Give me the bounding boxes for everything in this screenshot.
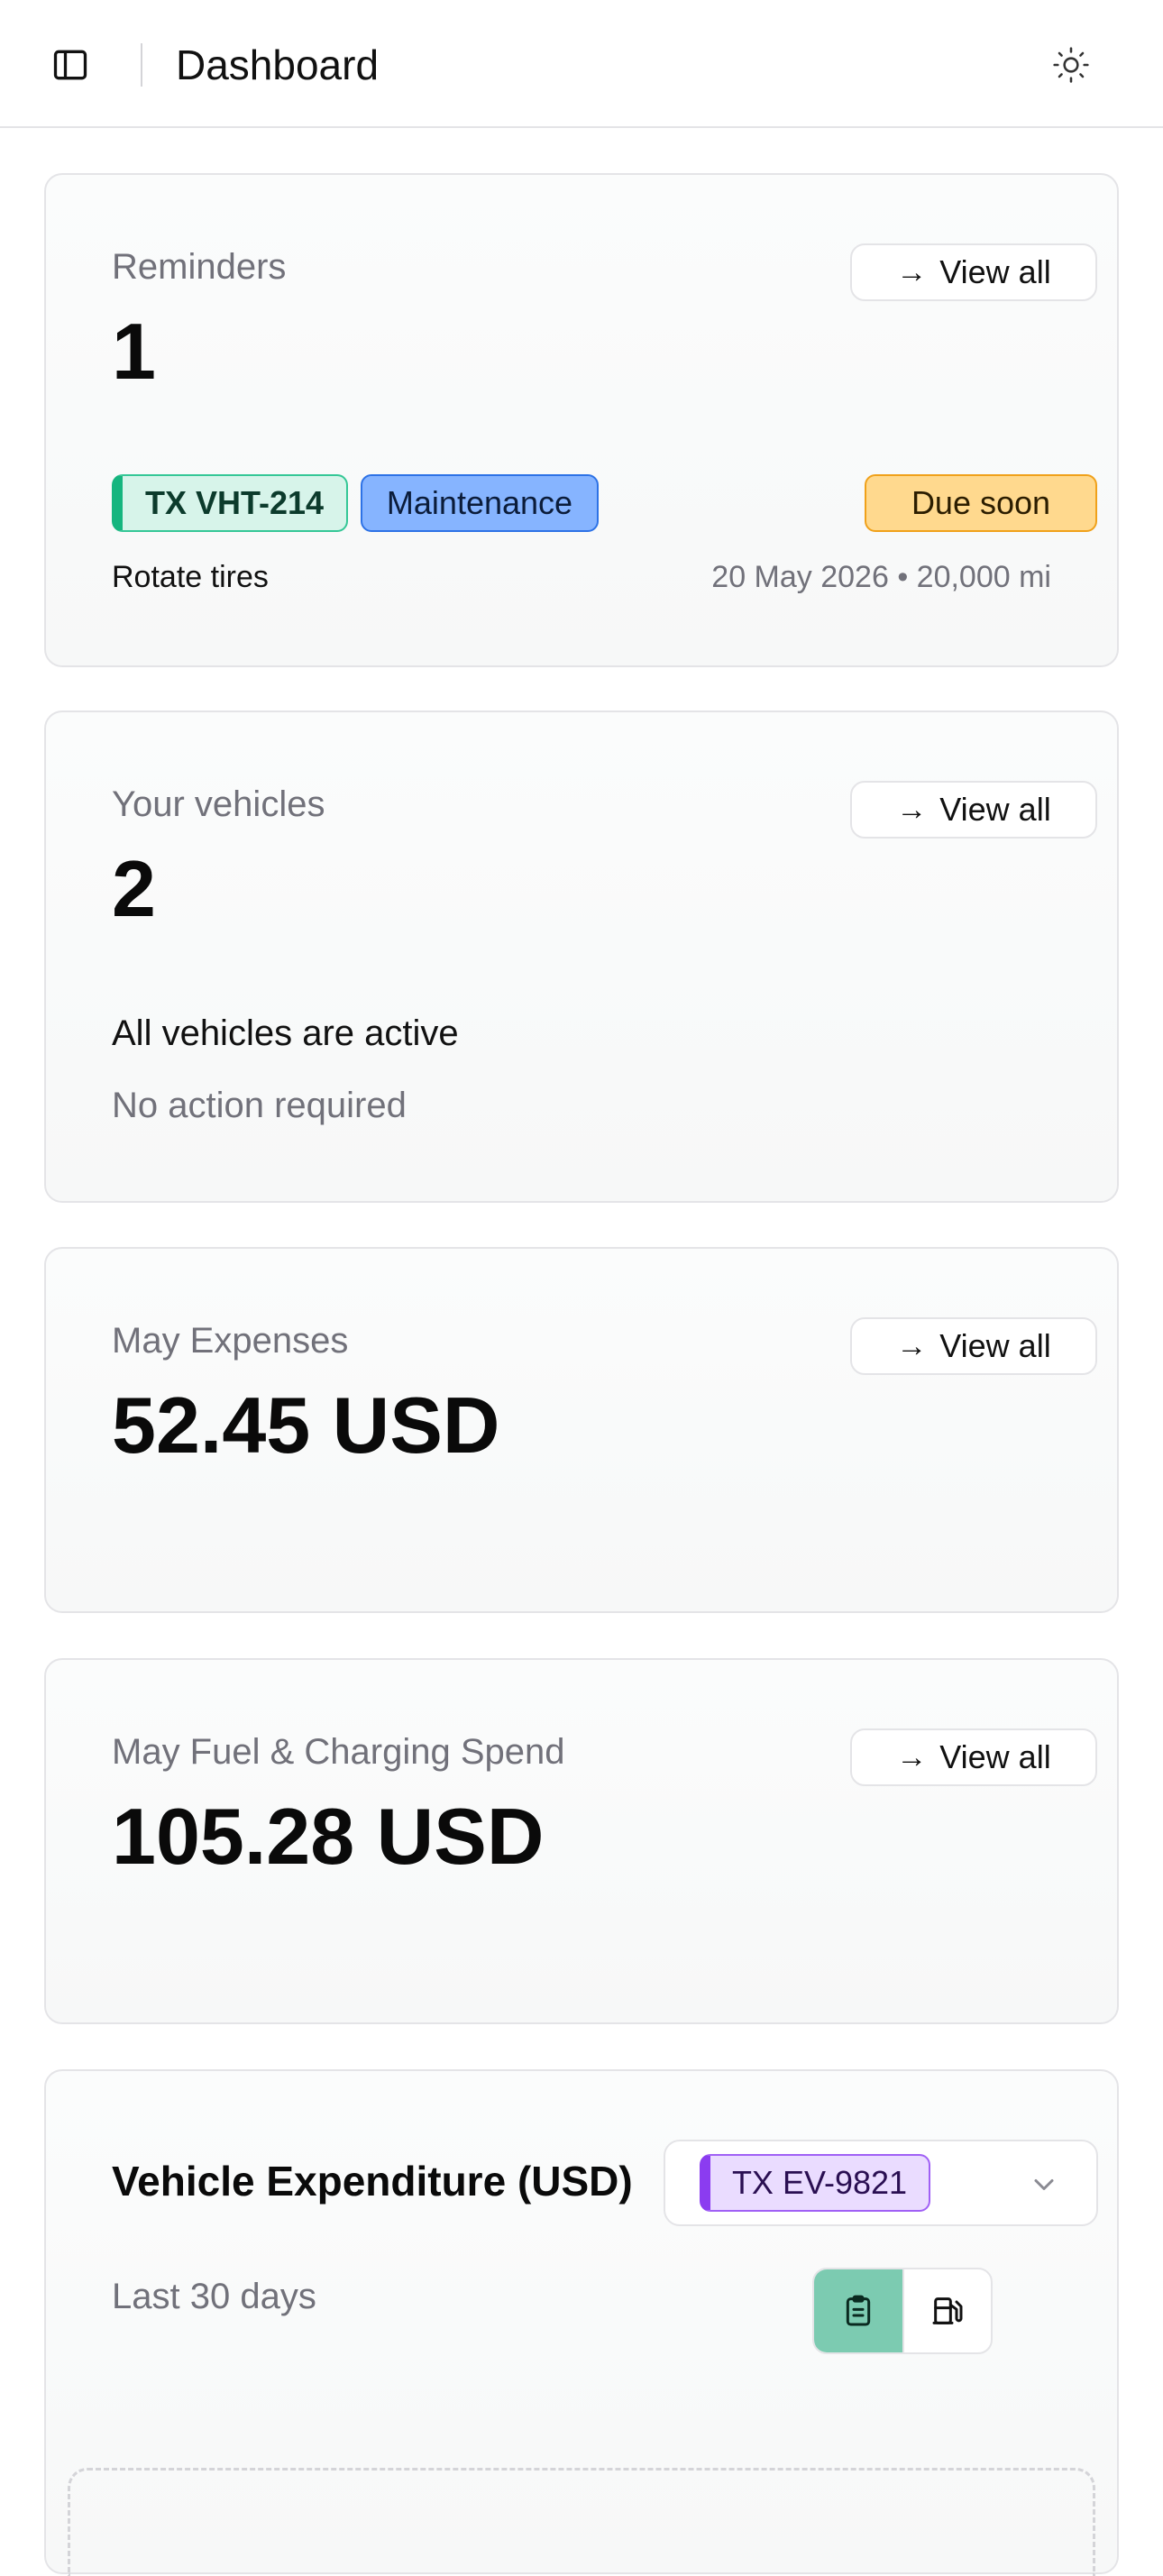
fuel-charging-card: May Fuel & Charging Spend → View all 105…	[44, 1658, 1119, 2024]
vehicles-label: Your vehicles	[112, 784, 325, 824]
arrow-right-icon: →	[896, 1328, 928, 1363]
chart-area	[68, 2468, 1095, 2576]
page-title: Dashboard	[176, 41, 380, 88]
vehicles-status: All vehicles are active	[112, 1013, 459, 1053]
sun-icon	[1053, 47, 1089, 83]
clipboard-icon	[846, 2295, 871, 2326]
header-divider	[141, 43, 142, 87]
fuel-pump-icon	[932, 2297, 963, 2324]
fuel-label: May Fuel & Charging Spend	[112, 1732, 565, 1772]
vehicle-select[interactable]: TX EV-9821	[664, 2140, 1098, 2226]
view-all-label: View all	[939, 1327, 1051, 1364]
expenses-label: May Expenses	[112, 1321, 349, 1361]
reminders-label: Reminders	[112, 247, 287, 287]
app-header: Dashboard	[0, 0, 1163, 128]
arrow-right-icon: →	[896, 254, 928, 289]
theme-toggle-button[interactable]	[1046, 40, 1096, 90]
vehicles-view-all-button[interactable]: → View all	[850, 781, 1097, 839]
chevron-down-icon	[1034, 2179, 1054, 2190]
expenses-value: 52.45 USD	[112, 1380, 500, 1470]
expenditure-title: Vehicle Expenditure (USD)	[112, 2158, 633, 2205]
fuel-view-all-button[interactable]: → View all	[850, 1728, 1097, 1786]
reminder-title: Rotate tires	[112, 560, 269, 594]
view-all-label: View all	[939, 253, 1051, 290]
reminders-card: Reminders → View all 1 TX VHT-214 Mainte…	[44, 173, 1119, 667]
reminder-category-tag: Maintenance	[361, 474, 599, 532]
expenditure-type-toggle	[812, 2268, 993, 2354]
reminder-meta: 20 May 2026 • 20,000 mi	[711, 560, 1051, 594]
reminders-view-all-button[interactable]: → View all	[850, 243, 1097, 301]
selected-vehicle-chip: TX EV-9821	[700, 2154, 930, 2212]
vehicle-plate-tag: TX VHT-214	[112, 474, 348, 532]
fuel-value: 105.28 USD	[112, 1792, 545, 1881]
expenses-toggle-button[interactable]	[814, 2269, 902, 2352]
expenses-view-all-button[interactable]: → View all	[850, 1317, 1097, 1375]
arrow-right-icon: →	[896, 792, 928, 827]
fuel-toggle-button[interactable]	[902, 2269, 991, 2352]
sidebar-panel-icon	[53, 50, 87, 80]
expenses-card: May Expenses → View all 52.45 USD	[44, 1247, 1119, 1613]
vehicles-count: 2	[112, 844, 156, 933]
view-all-label: View all	[939, 791, 1051, 828]
reminder-status-badge: Due soon	[865, 474, 1097, 532]
view-all-label: View all	[939, 1738, 1051, 1775]
expenditure-range: Last 30 days	[112, 2277, 316, 2316]
sidebar-toggle-button[interactable]	[45, 41, 96, 88]
vehicle-expenditure-card: Vehicle Expenditure (USD) TX EV-9821 Las…	[44, 2069, 1119, 2576]
reminders-count: 1	[112, 307, 156, 396]
arrow-right-icon: →	[896, 1739, 928, 1774]
vehicles-note: No action required	[112, 1086, 407, 1125]
vehicles-card: Your vehicles → View all 2 All vehicles …	[44, 710, 1119, 1203]
